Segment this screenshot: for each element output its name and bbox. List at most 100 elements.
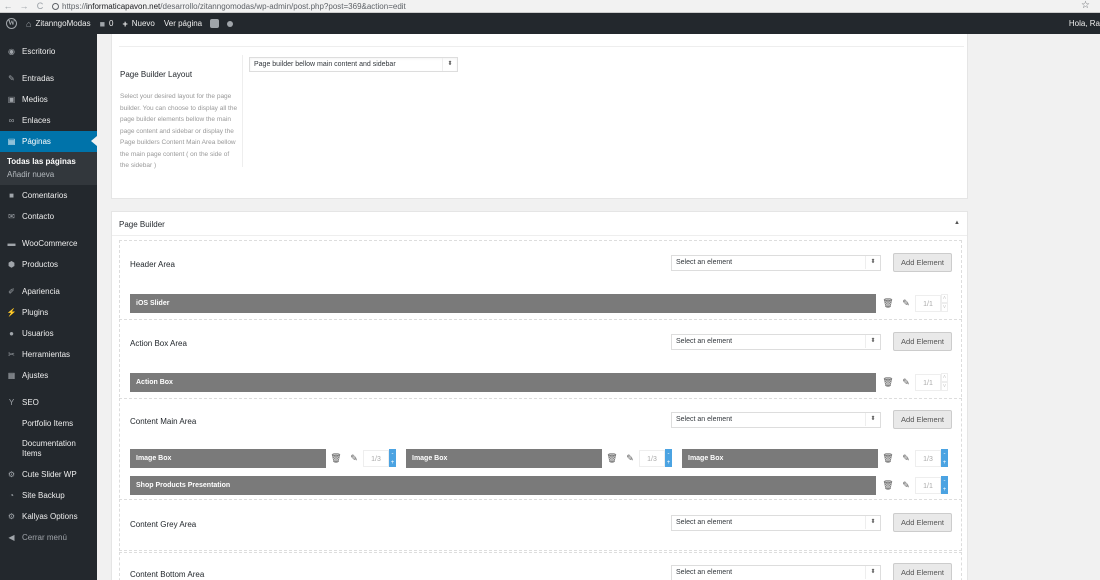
element-bar-image-box[interactable]: Image Box [682, 449, 878, 468]
size-stepper[interactable]: - + [941, 476, 948, 495]
menu-kallyas[interactable]: ⚙ Kallyas Options [0, 506, 97, 527]
content-main-area: Content Main Area Select an element ⬍ Add… [119, 398, 962, 503]
trash-icon[interactable]: 🗑 [879, 295, 897, 312]
menu-users[interactable]: ● Usuarios [0, 323, 97, 344]
element-bar-action-box[interactable]: Action Box [130, 373, 876, 392]
menu-woocommerce[interactable]: ▬ WooCommerce [0, 233, 97, 254]
element-controls: 🗑 ✎ 1/3 - + [603, 449, 672, 468]
size-stepper[interactable]: ˄ ˅ [941, 294, 948, 313]
decrease-icon[interactable]: + [941, 458, 948, 467]
backup-icon: ◔ [9, 491, 14, 500]
menu-plugins[interactable]: ⚡ Plugins [0, 302, 97, 323]
add-element-button[interactable]: Add Element [893, 332, 952, 351]
menu-cute-slider[interactable]: ⚙ Cute Slider WP [0, 464, 97, 485]
menu-appearance[interactable]: ✐ Apariencia [0, 281, 97, 302]
select-arrows-icon: ⬍ [865, 335, 880, 348]
menu-settings[interactable]: ▦ Ajustes [0, 365, 97, 386]
menu-portfolio[interactable]: Portfolio Items [0, 413, 97, 434]
element-bar-ios-slider[interactable]: iOS Slider [130, 294, 876, 313]
menu-pages[interactable]: ▤ Páginas [0, 131, 97, 152]
decrease-icon[interactable]: + [941, 485, 948, 494]
status-dot-icon[interactable] [227, 20, 234, 27]
pin-icon: ✎ [8, 74, 15, 83]
size-stepper[interactable]: - + [389, 449, 396, 468]
select-arrows-icon: ⬍ [865, 566, 880, 579]
element-select[interactable]: Select an element ⬍ [671, 255, 881, 271]
layout-select[interactable]: Page builder bellow main content and sid… [249, 57, 458, 72]
view-page-link[interactable]: Ver página [164, 19, 202, 28]
edit-icon[interactable]: ✎ [621, 450, 639, 467]
submenu-all-pages[interactable]: Todas las páginas [0, 155, 97, 168]
add-element-button[interactable]: Add Element [893, 253, 952, 272]
decrease-icon[interactable]: ˅ [941, 303, 948, 312]
size-stepper[interactable]: - + [941, 449, 948, 468]
edit-icon[interactable]: ✎ [897, 450, 915, 467]
trash-icon[interactable]: 🗑 [879, 477, 897, 494]
trash-icon[interactable]: 🗑 [879, 450, 897, 467]
decrease-icon[interactable]: + [665, 458, 672, 467]
user-greeting[interactable]: Hola, Ra [1069, 19, 1100, 28]
menu-dashboard[interactable]: ◉ Escritorio [0, 41, 97, 62]
menu-products[interactable]: ⬢ Productos [0, 254, 97, 275]
menu-collapse[interactable]: ◀ Cerrar menú [0, 527, 97, 548]
collapse-toggle-icon[interactable]: ▲ [954, 220, 960, 226]
site-name-link[interactable]: ⌂ ZitanngoModas [26, 19, 91, 29]
trash-icon[interactable]: 🗑 [879, 374, 897, 391]
menu-posts[interactable]: ✎ Entradas [0, 68, 97, 89]
edit-icon[interactable]: ✎ [897, 295, 915, 312]
trash-icon[interactable]: 🗑 [327, 450, 345, 467]
home-icon: ⌂ [26, 18, 32, 29]
increase-icon[interactable]: ˄ [941, 373, 948, 382]
comments-link[interactable]: ■ 0 [100, 19, 114, 29]
menu-links[interactable]: ∞ Enlaces [0, 110, 97, 131]
edit-icon[interactable]: ✎ [345, 450, 363, 467]
edit-icon[interactable]: ✎ [897, 477, 915, 494]
menu-documentation[interactable]: Documentation Items [0, 434, 97, 464]
add-element-button[interactable]: Add Element [893, 410, 952, 429]
size-stepper[interactable]: - + [665, 449, 672, 468]
new-content-link[interactable]: + Nuevo [122, 19, 154, 29]
menu-seo[interactable]: Y SEO [0, 392, 97, 413]
menu-tools[interactable]: ✂ Herramientas [0, 344, 97, 365]
reload-icon[interactable]: C [32, 1, 48, 11]
add-element-button[interactable]: Add Element [893, 513, 952, 532]
element-bar-image-box[interactable]: Image Box [130, 449, 326, 468]
add-element-button[interactable]: Add Element [893, 563, 952, 580]
element-bar-shop-products[interactable]: Shop Products Presentation [130, 476, 876, 495]
yoast-seo-icon[interactable] [210, 19, 220, 28]
menu-label: SEO [22, 398, 39, 407]
menu-contact[interactable]: ✉ Contacto [0, 206, 97, 227]
element-select[interactable]: Select an element ⬍ [671, 334, 881, 350]
increase-icon[interactable]: - [665, 449, 672, 458]
collapse-icon: ◀ [8, 533, 15, 542]
increase-icon[interactable]: - [941, 449, 948, 458]
element-select[interactable]: Select an element ⬍ [671, 565, 881, 580]
decrease-icon[interactable]: + [389, 458, 396, 467]
trash-icon[interactable]: 🗑 [603, 450, 621, 467]
address-field[interactable]: https://informaticapavon.net/desarrollo/… [62, 2, 406, 11]
menu-site-backup[interactable]: ◔ Site Backup [0, 485, 97, 506]
decrease-icon[interactable]: ˅ [941, 382, 948, 391]
element-controls: 🗑 ✎ 1/3 - + [327, 449, 396, 468]
submenu-add-new[interactable]: Añadir nueva [0, 168, 97, 181]
area-name: Header Area [130, 260, 175, 269]
info-icon[interactable] [52, 2, 59, 10]
increase-icon[interactable]: ˄ [941, 294, 948, 303]
page-builder-panel: Page Builder ▲ Header Area Select an ele… [111, 211, 968, 580]
element-select[interactable]: Select an element ⬍ [671, 412, 881, 428]
user-icon: ● [9, 329, 14, 338]
bookmark-star-icon[interactable]: ☆ [1081, 0, 1090, 11]
menu-comments[interactable]: ■ Comentarios [0, 185, 97, 206]
size-stepper[interactable]: ˄ ˅ [941, 373, 948, 392]
element-select[interactable]: Select an element ⬍ [671, 515, 881, 531]
menu-media[interactable]: ▣ Medios [0, 89, 97, 110]
back-icon[interactable]: ← [0, 1, 16, 11]
forward-icon[interactable]: → [16, 1, 32, 11]
edit-icon[interactable]: ✎ [897, 374, 915, 391]
element-bar-image-box[interactable]: Image Box [406, 449, 602, 468]
element-controls: 🗑 ✎ 1/1 ˄ ˅ [879, 373, 948, 392]
increase-icon[interactable]: - [941, 476, 948, 485]
wordpress-logo-icon[interactable]: W [6, 18, 17, 29]
increase-icon[interactable]: - [389, 449, 396, 458]
plus-icon: + [122, 18, 128, 29]
